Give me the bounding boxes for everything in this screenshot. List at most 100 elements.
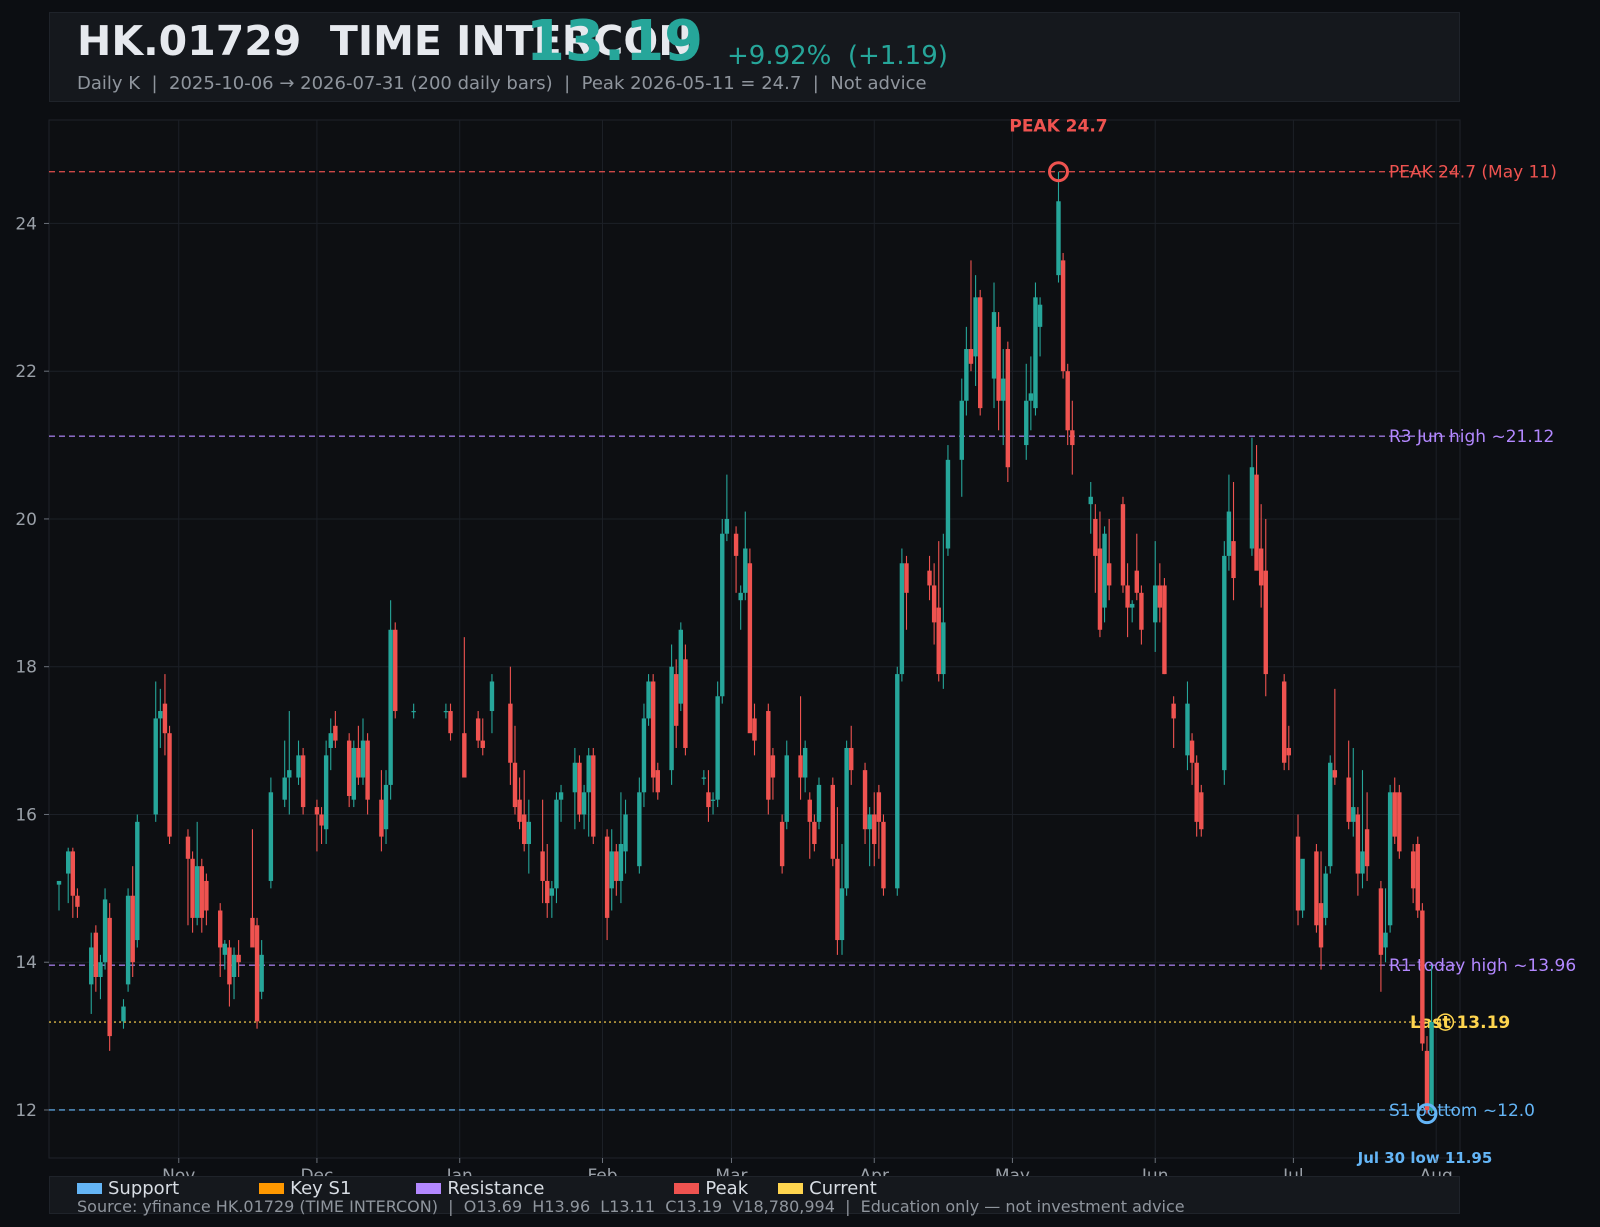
candle-body — [1005, 349, 1011, 468]
candle-body — [162, 703, 168, 734]
candle-body — [259, 954, 264, 992]
candle-body — [56, 880, 62, 885]
candle-body — [1429, 1022, 1434, 1110]
candle-body — [517, 799, 522, 822]
candle-body — [743, 548, 748, 593]
candle-body — [93, 932, 99, 977]
legend-item-peak: Peak — [674, 1178, 748, 1199]
source-note: Source: yfinance HK.01729 (TIME INTERCON… — [77, 1197, 1185, 1216]
low-marker-label: Jul 30 low 11.95 — [1357, 1149, 1493, 1167]
candle-body — [1162, 585, 1167, 675]
candle-body — [199, 866, 204, 918]
candle-body — [724, 518, 730, 534]
candle-body — [1424, 1050, 1430, 1110]
candle-body — [609, 851, 614, 889]
candle-body — [812, 821, 817, 845]
candle-body — [1024, 400, 1029, 446]
candle-body — [669, 666, 674, 771]
legend: Support Key S1 Resistance Peak Current — [77, 1177, 877, 1199]
candle-body — [254, 925, 260, 1022]
candle-body — [1199, 792, 1204, 830]
y-tick-label: 18 — [15, 658, 37, 678]
candle-body — [282, 777, 287, 800]
legend-label: Support — [108, 1177, 180, 1199]
candle-body — [1420, 910, 1425, 1044]
candle-body — [250, 917, 255, 948]
candle-body — [1378, 888, 1384, 955]
candle-body — [135, 821, 140, 941]
candle-body — [747, 563, 753, 734]
candle-body — [489, 681, 495, 712]
candle-body — [328, 733, 333, 748]
candle-body — [715, 696, 720, 800]
candle-body — [346, 740, 352, 796]
candle-body — [526, 821, 532, 845]
candle-body — [411, 711, 416, 713]
candle-body — [540, 851, 545, 881]
candle-body — [1300, 858, 1305, 911]
candle-body — [1093, 518, 1098, 556]
candle-body — [964, 349, 969, 401]
y-tick-label: 16 — [15, 805, 37, 825]
candle-body — [1286, 747, 1291, 756]
candle-body — [98, 962, 103, 977]
legend-swatch — [778, 1182, 804, 1194]
candle-body — [586, 755, 591, 793]
candle-body — [766, 711, 771, 800]
candle-body — [130, 895, 135, 963]
candle-body — [844, 747, 849, 889]
candle-body — [618, 844, 624, 881]
candle-body — [973, 297, 978, 357]
candle-body — [365, 740, 370, 800]
level-label-s1: S1 bottom ~12.0 — [1389, 1101, 1535, 1121]
candle-body — [75, 895, 80, 907]
legend-swatch — [416, 1182, 442, 1194]
candle-body — [862, 770, 868, 830]
candle-body — [443, 711, 449, 713]
candle-body — [153, 718, 158, 815]
candle-body — [554, 799, 559, 889]
candle-body — [784, 755, 789, 822]
candle-body — [351, 747, 356, 800]
legend-label: Key S1 — [290, 1177, 352, 1199]
candle-body — [1171, 703, 1176, 719]
candle-body — [1028, 393, 1034, 401]
candle-body — [1281, 681, 1287, 763]
candle-body — [1065, 371, 1070, 431]
candle-body — [480, 740, 485, 748]
candle-body — [849, 747, 854, 771]
candle-body — [678, 629, 684, 704]
candle-body — [1387, 792, 1393, 926]
candle-body — [1037, 304, 1043, 327]
candle-body — [936, 607, 941, 675]
candle-body — [549, 888, 555, 896]
candlestick-chart: PEAK 24.7 (May 11) R3 Jun high ~21.12 R1 t… — [15, 117, 1576, 1186]
candle-body — [577, 762, 582, 815]
candle-body — [1157, 585, 1163, 608]
candle-body — [158, 711, 163, 719]
candle-body — [968, 349, 974, 364]
candle-body — [701, 777, 707, 779]
candle-body — [959, 400, 964, 460]
candle-body — [66, 851, 71, 874]
level-label-r3: R3 Jun high ~21.12 — [1389, 427, 1554, 447]
candle-body — [1323, 873, 1328, 918]
candle-body — [393, 629, 398, 712]
candle-body — [107, 917, 112, 1037]
candle-body — [185, 836, 191, 859]
candle-body — [641, 718, 647, 793]
candle-body — [904, 563, 909, 593]
candle-body — [1033, 297, 1038, 409]
y-tick-label: 22 — [15, 362, 37, 382]
candle-body — [876, 792, 882, 822]
candle-body — [379, 799, 384, 837]
level-label-peak: PEAK 24.7 (May 11) — [1389, 163, 1557, 183]
candle-body — [591, 755, 596, 837]
candle-body — [1249, 467, 1255, 549]
candle-body — [798, 755, 803, 778]
level-label-last: Last 13.19 — [1410, 1013, 1510, 1033]
candle-body — [1194, 762, 1199, 822]
candle-body — [941, 622, 946, 675]
candle-body — [218, 910, 223, 948]
candle-body — [314, 807, 320, 815]
